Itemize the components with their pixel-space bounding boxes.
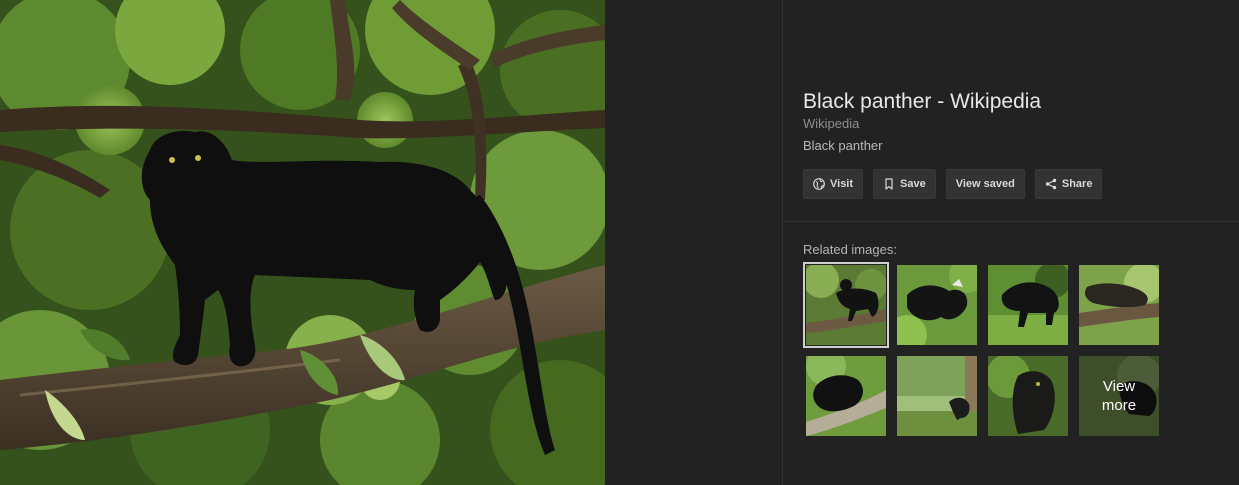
related-thumbnail[interactable]	[806, 356, 886, 436]
related-thumbnail[interactable]	[897, 265, 977, 345]
related-thumbnail[interactable]	[988, 356, 1068, 436]
related-thumbnail[interactable]	[988, 265, 1068, 345]
share-label: Share	[1061, 178, 1093, 190]
view-more-overlay: View more	[1079, 356, 1159, 436]
view-saved-button[interactable]: View saved	[945, 169, 1025, 199]
main-image[interactable]	[0, 0, 605, 485]
related-thumbnail[interactable]	[897, 356, 977, 436]
result-caption: Black panther	[803, 138, 883, 153]
related-images-grid: View more	[803, 262, 1163, 437]
save-button[interactable]: Save	[873, 169, 936, 199]
image-info-panel: Black panther - Wikipedia Wikipedia Blac…	[783, 0, 1239, 485]
result-source[interactable]: Wikipedia	[803, 116, 859, 131]
action-bar: Visit Save View saved Share	[803, 169, 1103, 201]
view-saved-label: View saved	[955, 178, 1015, 190]
bookmark-icon	[883, 178, 895, 190]
thumbnail-image	[1079, 265, 1159, 345]
save-label: Save	[900, 178, 926, 190]
result-title[interactable]: Black panther - Wikipedia	[803, 90, 1041, 114]
horizontal-divider	[783, 221, 1239, 222]
thumbnail-image	[897, 356, 977, 436]
panther-photo	[0, 0, 605, 485]
viewer-spacer	[605, 0, 782, 485]
thumbnail-image	[988, 356, 1068, 436]
visit-button[interactable]: Visit	[803, 169, 864, 199]
thumbnail-image	[806, 356, 886, 436]
view-more-thumbnail[interactable]: View more	[1079, 356, 1159, 436]
view-more-label: View more	[1101, 378, 1137, 414]
related-images-label: Related images:	[803, 242, 897, 257]
share-button[interactable]: Share	[1034, 169, 1103, 199]
related-thumbnail[interactable]	[1079, 265, 1159, 345]
thumbnail-image	[897, 265, 977, 345]
related-thumbnail[interactable]	[803, 262, 889, 348]
thumbnail-image	[988, 265, 1068, 345]
thumbnail-image	[806, 265, 886, 345]
visit-label: Visit	[830, 178, 854, 190]
share-icon	[1045, 178, 1057, 190]
globe-icon	[813, 178, 825, 190]
